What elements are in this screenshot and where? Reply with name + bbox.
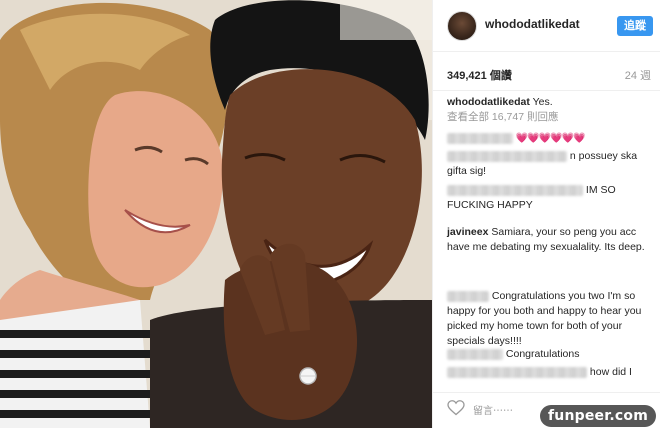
post-header: whododatlikedat 追蹤: [433, 0, 660, 52]
comment-text: Congratulations: [505, 348, 580, 360]
post-photo[interactable]: [0, 0, 432, 428]
view-all-comments-link[interactable]: 查看全部 16,747 則回應: [447, 110, 647, 125]
list-item: Congratulations: [447, 347, 647, 362]
blurred-username: [447, 184, 583, 196]
blurred-username: [447, 132, 513, 144]
list-item: 💗💗💗💗💗💗: [447, 131, 647, 146]
comment-author[interactable]: javineex: [447, 226, 488, 238]
caption: whododatlikedat Yes.: [447, 95, 647, 110]
hearts-emoji: 💗💗💗💗💗💗: [515, 133, 586, 144]
watermark: funpeer.com: [540, 405, 656, 427]
blurred-username: [447, 150, 567, 162]
username-link[interactable]: whododatlikedat: [485, 17, 580, 31]
comment-text: how did I: [589, 366, 632, 378]
likes-count[interactable]: 349,421 個讚: [447, 67, 512, 83]
blurred-username: [447, 366, 587, 378]
comment-input[interactable]: 留言⋯⋯: [473, 402, 513, 417]
post-time[interactable]: 24 週: [625, 67, 651, 83]
blurred-username: [447, 348, 503, 360]
list-item: Congratulations you two I'm so happy for…: [447, 289, 647, 349]
post-sidebar: whododatlikedat 追蹤 349,421 個讚 24 週 whodo…: [432, 0, 660, 428]
avatar[interactable]: [447, 11, 477, 41]
caption-author[interactable]: whododatlikedat: [447, 96, 530, 108]
follow-button[interactable]: 追蹤: [617, 16, 653, 36]
blurred-username: [447, 290, 489, 302]
list-item: how did I: [447, 365, 647, 380]
comments-list[interactable]: whododatlikedat Yes. 查看全部 16,747 則回應 💗💗💗…: [433, 90, 660, 390]
list-item: n possuey ska gifta sig!: [447, 149, 647, 179]
list-item: javineex Samiara, your so peng you acc h…: [447, 225, 647, 255]
caption-text: Yes.: [532, 96, 553, 108]
selfie-image: [0, 0, 432, 428]
list-item: IM SO FUCKING HAPPY: [447, 183, 647, 213]
post-stats: 349,421 個讚 24 週: [433, 64, 660, 82]
heart-outline-icon[interactable]: [447, 400, 465, 416]
